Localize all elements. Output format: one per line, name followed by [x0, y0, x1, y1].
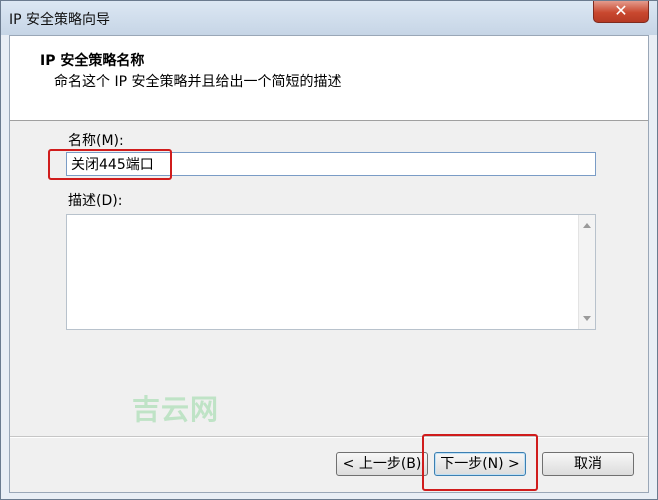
- wizard-window: IP 安全策略向导 ✕ IP 安全策略名称 命名这个 IP 安全策略并且给出一个…: [0, 0, 658, 500]
- next-button[interactable]: 下一步(N) >: [434, 452, 526, 476]
- wizard-body: IP 安全策略名称 命名这个 IP 安全策略并且给出一个简短的描述 名称(M):…: [9, 35, 649, 493]
- page-subtitle: 命名这个 IP 安全策略并且给出一个简短的描述: [54, 74, 342, 90]
- page-title: IP 安全策略名称: [40, 53, 145, 69]
- watermark: 吉云网: [132, 393, 220, 426]
- description-scrollbar[interactable]: [578, 215, 595, 329]
- title-bar: IP 安全策略向导 ✕: [1, 1, 657, 35]
- cancel-button[interactable]: 取消: [542, 452, 634, 476]
- close-icon: ✕: [614, 1, 628, 20]
- wizard-header: IP 安全策略名称 命名这个 IP 安全策略并且给出一个简短的描述: [10, 36, 648, 121]
- name-field[interactable]: [66, 152, 596, 176]
- scroll-down-icon[interactable]: [583, 316, 591, 321]
- footer-divider: [10, 436, 648, 438]
- window-title: IP 安全策略向导: [9, 12, 111, 28]
- scroll-up-icon[interactable]: [583, 223, 591, 228]
- description-label: 描述(D):: [68, 193, 123, 209]
- back-button[interactable]: < 上一步(B): [336, 452, 428, 476]
- description-field[interactable]: [66, 214, 596, 330]
- name-label: 名称(M):: [68, 133, 124, 149]
- close-button[interactable]: ✕: [593, 1, 649, 23]
